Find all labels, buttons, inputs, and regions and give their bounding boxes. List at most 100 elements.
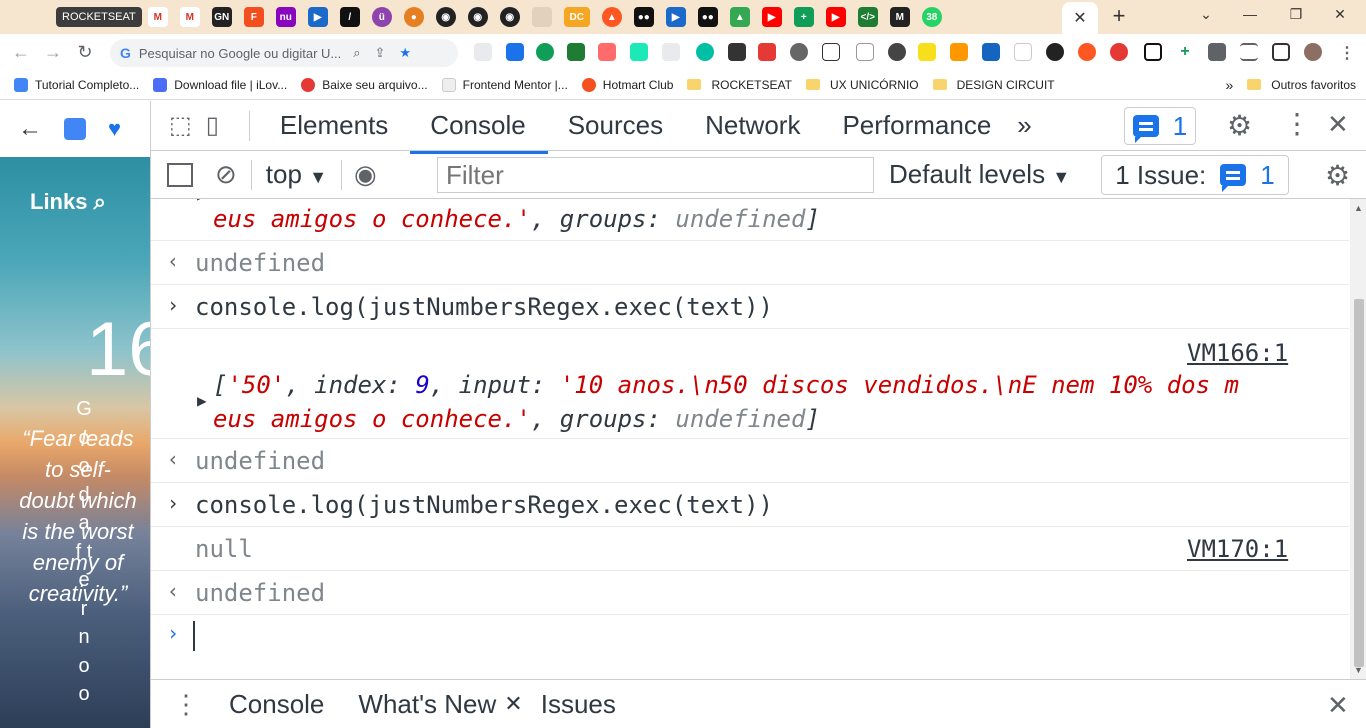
- youtube-tab-icon[interactable]: ▶: [761, 7, 782, 27]
- back-arrow-icon[interactable]: ←: [18, 115, 42, 143]
- console-settings-icon[interactable]: ⚙: [1325, 159, 1350, 192]
- avatar-tab-icon[interactable]: ●: [403, 7, 424, 27]
- tab-console[interactable]: Console: [410, 110, 549, 154]
- gmail-tab-icon-2[interactable]: M: [179, 7, 200, 27]
- address-bar[interactable]: G Pesquisar no Google ou digitar U... ⌕ …: [110, 39, 458, 67]
- more-bookmarks-button[interactable]: »: [1226, 77, 1234, 93]
- grid-tab-icon[interactable]: [531, 7, 552, 27]
- issues-button[interactable]: 1 Issue: 1: [1101, 155, 1289, 195]
- bookmark-folder[interactable]: ROCKETSEAT: [687, 78, 792, 92]
- bookmark-item[interactable]: Hotmart Club: [581, 77, 673, 92]
- more-tabs-button[interactable]: »: [1017, 110, 1031, 141]
- back-icon[interactable]: ←: [10, 42, 32, 63]
- media-icon[interactable]: [1240, 43, 1258, 61]
- euro-extension-icon[interactable]: [982, 43, 1000, 61]
- gmail-tab-icon[interactable]: M: [147, 7, 168, 27]
- capture-extension-icon[interactable]: [662, 43, 680, 61]
- people-extension-icon[interactable]: [888, 43, 906, 61]
- video-tab-icon[interactable]: ▶: [307, 7, 328, 27]
- a-extension-icon[interactable]: [950, 43, 968, 61]
- lt-extension-icon[interactable]: [822, 43, 840, 61]
- pin-extension-icon[interactable]: [630, 43, 648, 61]
- figma-tab-icon[interactable]: F: [243, 7, 264, 27]
- tab-search-icon[interactable]: ⌄: [1196, 6, 1216, 23]
- bookmark-item[interactable]: Download file | iLov...: [153, 77, 287, 92]
- red-extension-icon[interactable]: [1110, 43, 1128, 61]
- medium-tab-icon-2[interactable]: ●●: [697, 7, 718, 27]
- camera-extension-icon[interactable]: [790, 43, 808, 61]
- drive-tab-icon[interactable]: ▲: [729, 7, 750, 27]
- orange-extension-icon[interactable]: [1078, 43, 1096, 61]
- drawer-tab-console[interactable]: Console: [229, 689, 324, 720]
- expand-triangle-icon[interactable]: ▶: [197, 199, 207, 204]
- sheets-tab-icon[interactable]: +: [793, 7, 814, 27]
- translate-icon[interactable]: [64, 118, 86, 140]
- arrow-extension-icon[interactable]: [598, 43, 616, 61]
- github-tab-icon[interactable]: ◉: [435, 7, 456, 27]
- reload-icon[interactable]: ↻: [74, 42, 96, 63]
- drawer-menu-icon[interactable]: ⋮: [173, 689, 199, 720]
- drawer-tab-issues[interactable]: Issues: [541, 689, 616, 720]
- settings-gear-icon[interactable]: ⚙: [1227, 109, 1252, 142]
- pen-extension-icon[interactable]: [474, 43, 492, 61]
- json-extension-icon[interactable]: [856, 43, 874, 61]
- forward-icon[interactable]: →: [42, 42, 64, 63]
- new-tab-button[interactable]: +: [1108, 5, 1130, 28]
- clear-console-icon[interactable]: ⊘: [215, 159, 237, 190]
- scroll-down-icon[interactable]: ▼: [1354, 665, 1363, 675]
- nubank-tab-icon[interactable]: nu: [275, 7, 296, 27]
- bookmark-folder[interactable]: UX UNICÓRNIO: [805, 78, 919, 92]
- source-link[interactable]: VM170:1: [1187, 535, 1288, 563]
- excel-extension-icon[interactable]: [567, 43, 585, 61]
- sidepanel-icon[interactable]: [1272, 43, 1290, 61]
- plus-extension-icon[interactable]: +: [1176, 43, 1194, 61]
- more-menu-icon[interactable]: ⋮: [1283, 107, 1311, 140]
- medium-tab-icon[interactable]: ●●: [633, 7, 654, 27]
- link-extension-icon[interactable]: [1046, 43, 1064, 61]
- search-icon[interactable]: ⌕: [94, 189, 106, 214]
- heart-icon[interactable]: ♥: [108, 116, 121, 142]
- restore-icon[interactable]: ❐: [1286, 6, 1306, 23]
- other-favorites-folder[interactable]: Outros favoritos: [1247, 78, 1356, 92]
- bookmark-item[interactable]: Frontend Mentor |...: [441, 77, 568, 92]
- scrollbar-thumb[interactable]: [1354, 299, 1364, 667]
- tab-sources[interactable]: Sources: [568, 110, 663, 141]
- zoom-icon[interactable]: ⌕: [353, 45, 360, 61]
- source-link[interactable]: VM166:1: [1187, 339, 1288, 367]
- eyedropper-extension-icon[interactable]: [506, 43, 524, 61]
- github-tab-icon-2[interactable]: ◉: [467, 7, 488, 27]
- grammarly-extension-icon[interactable]: [536, 43, 554, 61]
- drawer-tab-whats-new[interactable]: What's New: [358, 689, 496, 720]
- github-tab-icon-3[interactable]: ◉: [499, 7, 520, 27]
- hotmart-tab-icon[interactable]: ▲: [601, 7, 622, 27]
- youtube-tab-icon-2[interactable]: ▶: [825, 7, 846, 27]
- inspect-icon[interactable]: ⬚: [169, 111, 192, 140]
- share-icon[interactable]: ⇪: [375, 45, 386, 61]
- puzzle-icon[interactable]: [1208, 43, 1226, 61]
- video-tab-icon-2[interactable]: ▶: [665, 7, 686, 27]
- menu-icon[interactable]: ⋮: [1338, 43, 1356, 62]
- tab-rocketseat[interactable]: ROCKETSEAT: [56, 7, 142, 27]
- m-extension-icon[interactable]: [696, 43, 714, 61]
- dc-tab-icon[interactable]: DC: [563, 7, 590, 27]
- issues-counter-button[interactable]: 1: [1124, 107, 1196, 145]
- filter-input[interactable]: [437, 157, 874, 193]
- bookmark-item[interactable]: Tutorial Completo...: [14, 77, 139, 92]
- close-devtools-icon[interactable]: ✕: [1327, 109, 1349, 140]
- tab-elements[interactable]: Elements: [280, 110, 388, 141]
- js-extension-icon[interactable]: [918, 43, 936, 61]
- bookmark-star-icon[interactable]: ★: [399, 45, 411, 61]
- console-scrollbar[interactable]: ▲ ▼: [1350, 199, 1366, 679]
- console-prompt[interactable]: ›: [151, 615, 1349, 665]
- b-extension-icon[interactable]: [1014, 43, 1032, 61]
- close-tab-icon[interactable]: ✕: [504, 691, 522, 717]
- close-window-icon[interactable]: ✕: [1330, 6, 1350, 23]
- window-extension-icon[interactable]: [728, 43, 746, 61]
- tab-performance[interactable]: Performance: [842, 110, 991, 141]
- context-selector[interactable]: top ▼: [266, 159, 327, 190]
- expand-triangle-icon[interactable]: ▶: [197, 391, 207, 410]
- whatsapp-tab-icon[interactable]: 38: [921, 7, 942, 27]
- active-tab-close-icon[interactable]: ✕: [1062, 2, 1098, 34]
- notion-extension-icon[interactable]: [1144, 43, 1162, 61]
- device-toolbar-icon[interactable]: ▯: [206, 111, 219, 140]
